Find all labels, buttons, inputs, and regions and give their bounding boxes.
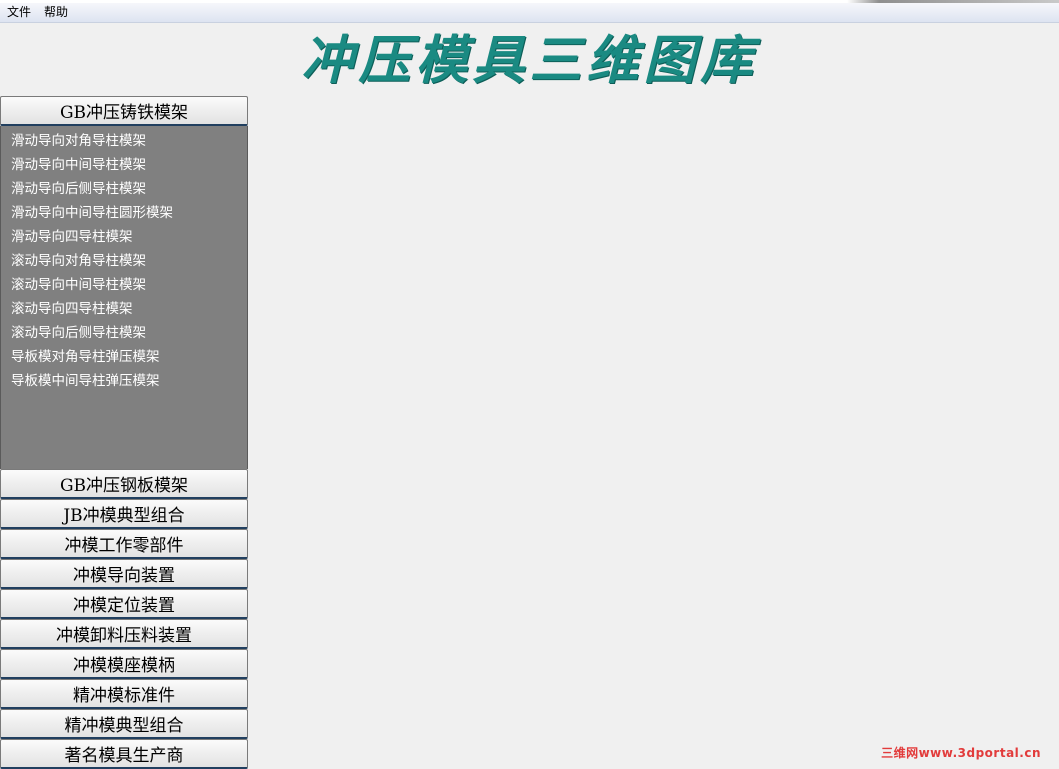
category-button-manufacturers[interactable]: 著名模具生产商: [0, 739, 248, 769]
category-sidebar: GB冲压铸铁模架 滑动导向对角导柱模架 滑动导向中间导柱模架 滑动导向后侧导柱模…: [0, 96, 248, 769]
category-button-stripper-devices[interactable]: 冲模卸料压料装置: [0, 619, 248, 649]
subcategory-item[interactable]: 滑动导向后侧导柱模架: [1, 177, 247, 201]
menu-file[interactable]: 文件: [0, 3, 37, 22]
category-button-fine-blanking-combo[interactable]: 精冲模典型组合: [0, 709, 248, 739]
subcategory-item[interactable]: 导板模对角导柱弹压模架: [1, 345, 247, 369]
menu-help[interactable]: 帮助: [37, 3, 74, 22]
subcategory-panel: 滑动导向对角导柱模架 滑动导向中间导柱模架 滑动导向后侧导柱模架 滑动导向中间导…: [0, 126, 248, 469]
subcategory-item[interactable]: 滚动导向中间导柱模架: [1, 273, 247, 297]
category-button-jb-typical-combo[interactable]: JB冲模典型组合: [0, 499, 248, 529]
subcategory-item[interactable]: 导板模中间导柱弹压模架: [1, 369, 247, 393]
subcategory-item[interactable]: 滚动导向对角导柱模架: [1, 249, 247, 273]
subcategory-item[interactable]: 滑动导向中间导柱模架: [1, 153, 247, 177]
subcategory-item[interactable]: 滚动导向后侧导柱模架: [1, 321, 247, 345]
subcategory-item[interactable]: 滑动导向中间导柱圆形模架: [1, 201, 247, 225]
subcategory-item[interactable]: 滑动导向对角导柱模架: [1, 129, 247, 153]
category-button-working-parts[interactable]: 冲模工作零部件: [0, 529, 248, 559]
subcategory-item[interactable]: 滑动导向四导柱模架: [1, 225, 247, 249]
menu-bar: 文件 帮助: [0, 3, 1059, 23]
category-button-positioning-devices[interactable]: 冲模定位装置: [0, 589, 248, 619]
category-button-gb-cast-iron[interactable]: GB冲压铸铁模架: [0, 96, 248, 126]
category-button-fine-blanking-standard[interactable]: 精冲模标准件: [0, 679, 248, 709]
subcategory-item[interactable]: 滚动导向四导柱模架: [1, 297, 247, 321]
category-button-die-base-shank[interactable]: 冲模模座模柄: [0, 649, 248, 679]
app-title: 冲压模具三维图库: [301, 30, 758, 91]
category-button-gb-steel-plate[interactable]: GB冲压钢板模架: [0, 469, 248, 499]
category-button-guide-devices[interactable]: 冲模导向装置: [0, 559, 248, 589]
site-watermark: 三维网www.3dportal.cn: [881, 746, 1041, 760]
